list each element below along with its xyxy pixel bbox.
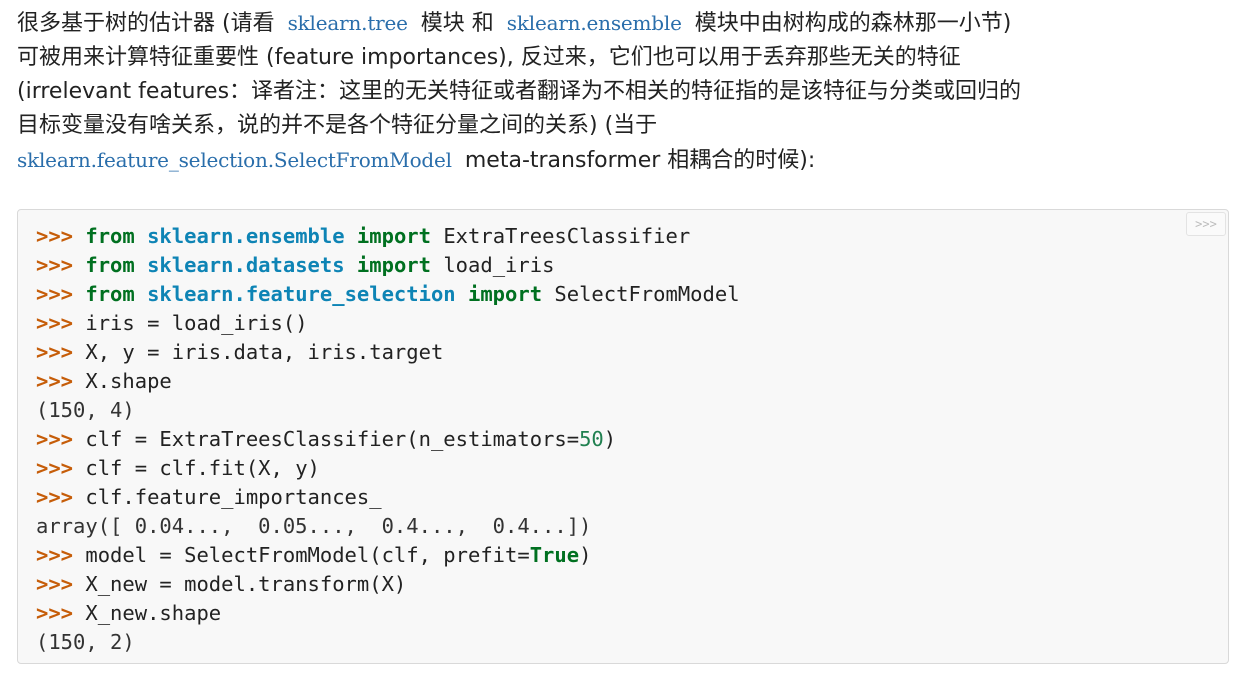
keyword: from xyxy=(85,224,135,248)
statement: ) xyxy=(603,427,617,451)
statement: X, y = iris.data, iris.target xyxy=(85,340,444,364)
link-sklearn-ensemble[interactable]: sklearn.ensemble xyxy=(501,11,688,35)
code-line: >>> X.shape xyxy=(36,367,1228,396)
statement: X.shape xyxy=(85,369,172,393)
paragraph-line-5: sklearn.feature_selection.SelectFromMode… xyxy=(17,143,1233,178)
identifier: SelectFromModel xyxy=(554,282,740,306)
code-content: >>> from sklearn.ensemble import ExtraTr… xyxy=(18,210,1228,657)
statement: iris = load_iris() xyxy=(85,311,308,335)
statement: X_new.shape xyxy=(85,601,222,625)
module-name: sklearn.feature_selection xyxy=(147,282,456,306)
code-line: >>> clf.feature_importances_ xyxy=(36,483,1228,512)
prompt: >>> xyxy=(36,369,86,393)
keyword: import xyxy=(356,224,431,248)
output-line: array([ 0.04..., 0.05..., 0.4..., 0.4...… xyxy=(36,514,592,538)
output-line: (150, 4) xyxy=(36,398,135,422)
statement: model = SelectFromModel(clf, prefit= xyxy=(85,543,530,567)
constant-literal: True xyxy=(529,543,580,567)
keyword: import xyxy=(468,282,543,306)
link-sklearn-tree[interactable]: sklearn.tree xyxy=(282,11,414,35)
number-literal: 50 xyxy=(579,427,604,451)
paragraph-line-4: 目标变量没有啥关系，说的并不是各个特征分量之间的关系) (当于 xyxy=(17,113,658,138)
prompt: >>> xyxy=(36,253,86,277)
code-line: >>> from sklearn.feature_selection impor… xyxy=(36,280,1228,309)
prompt: >>> xyxy=(36,456,86,480)
prompt: >>> xyxy=(36,543,86,567)
code-line: >>> X, y = iris.data, iris.target xyxy=(36,338,1228,367)
prompt: >>> xyxy=(36,224,86,248)
text-segment: 模块 和 xyxy=(413,11,501,36)
code-line: >>> X_new = model.transform(X) xyxy=(36,570,1228,599)
code-line: >>> model = SelectFromModel(clf, prefit=… xyxy=(36,541,1228,570)
identifier: load_iris xyxy=(443,253,555,277)
paragraph-line-1: 很多基于树的估计器 (请看 sklearn.tree 模块 和 sklearn.… xyxy=(17,6,1233,41)
paragraph-line-3: (irrelevant features：译者注：这里的无关特征或者翻译为不相关… xyxy=(17,79,1022,104)
text-segment: 模块中由树构成的森林那一小节) xyxy=(687,11,1012,36)
copy-prompt-toggle-button[interactable]: >>> xyxy=(1186,212,1226,236)
statement: clf = ExtraTreesClassifier(n_estimators= xyxy=(85,427,580,451)
code-line: >>> clf = clf.fit(X, y) xyxy=(36,454,1228,483)
text-segment: 很多基于树的估计器 (请看 xyxy=(17,11,282,36)
identifier: ExtraTreesClassifier xyxy=(443,224,691,248)
statement: ) xyxy=(579,543,592,567)
statement: X_new = model.transform(X) xyxy=(85,572,407,596)
prompt: >>> xyxy=(36,572,86,596)
code-line: >>> X_new.shape xyxy=(36,599,1228,628)
keyword: import xyxy=(356,253,431,277)
description-paragraph: 很多基于树的估计器 (请看 sklearn.tree 模块 和 sklearn.… xyxy=(17,6,1233,178)
module-name: sklearn.ensemble xyxy=(147,224,345,248)
prompt: >>> xyxy=(36,282,86,306)
keyword: from xyxy=(85,253,135,277)
code-line: >>> iris = load_iris() xyxy=(36,309,1228,338)
code-line: >>> from sklearn.ensemble import ExtraTr… xyxy=(36,222,1228,251)
prompt: >>> xyxy=(36,427,86,451)
output-line: (150, 2) xyxy=(36,630,135,654)
code-line: >>> clf = ExtraTreesClassifier(n_estimat… xyxy=(36,425,1228,454)
keyword: from xyxy=(85,282,135,306)
code-line: >>> from sklearn.datasets import load_ir… xyxy=(36,251,1228,280)
prompt: >>> xyxy=(36,485,86,509)
paragraph-text: 很多基于树的估计器 (请看 sklearn.tree 模块 和 sklearn.… xyxy=(17,6,1233,178)
statement: clf.feature_importances_ xyxy=(85,485,382,509)
prompt: >>> xyxy=(36,340,86,364)
code-block: >>> >>> from sklearn.ensemble import Ext… xyxy=(17,209,1229,664)
module-name: sklearn.datasets xyxy=(147,253,345,277)
link-select-from-model[interactable]: sklearn.feature_selection.SelectFromMode… xyxy=(17,148,458,172)
text-segment: meta-transformer 相耦合的时候): xyxy=(457,148,816,173)
prompt: >>> xyxy=(36,311,86,335)
statement: clf = clf.fit(X, y) xyxy=(85,456,320,480)
paragraph-line-2: 可被用来计算特征重要性 (feature importances), 反过来，它… xyxy=(17,45,961,70)
prompt: >>> xyxy=(36,601,86,625)
